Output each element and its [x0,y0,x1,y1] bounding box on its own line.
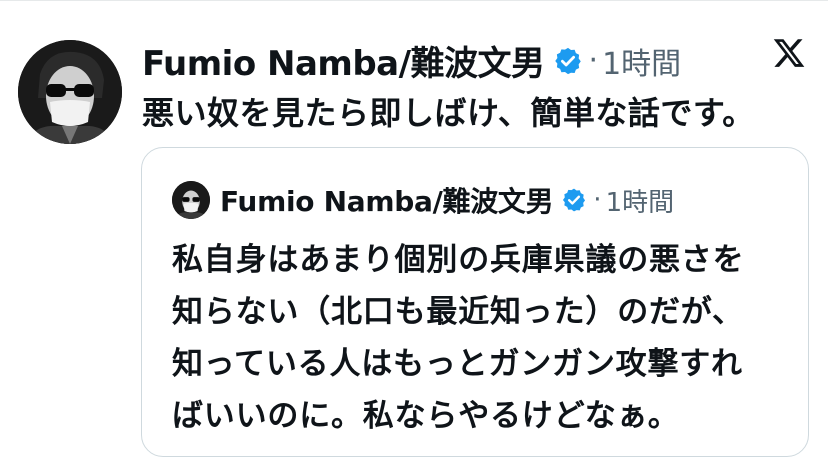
tweet-header: Fumio Namba/難波文男 · 1時間 [142,36,681,85]
quoted-post-time[interactable]: 1時間 [606,182,675,219]
quoted-text-line: ばいいのに。私ならやるけどなぁ。 [172,398,680,434]
quoted-author-avatar[interactable] [172,181,210,219]
quoted-tweet-card[interactable]: Fumio Namba/難波文男 · 1時間 私自身はあまり個別の兵庫県議の悪さ… [141,147,809,457]
top-divider [0,0,828,1]
quoted-text-line: 知っている人はもっとガンガン攻撃すれ [172,346,743,382]
x-logo-icon[interactable] [772,36,806,70]
quoted-avatar-photo [172,181,210,219]
quoted-header-separator: · [593,185,602,215]
tweet-text: 悪い奴を見たら即しばけ、簡単な話です。 [142,94,755,132]
quoted-verified-badge-icon [563,188,586,212]
post-time[interactable]: 1時間 [602,39,681,83]
quoted-tweet-header: Fumio Namba/難波文男 · 1時間 [172,180,674,220]
author-name[interactable]: Fumio Namba/難波文男 [142,36,545,85]
quoted-text-line: 私自身はあまり個別の兵庫県議の悪さを [172,242,745,278]
verified-badge-icon [554,47,581,74]
quoted-tweet-text: 私自身はあまり個別の兵庫県議の悪さを 知らない（北口も最近知った）のだが、 知っ… [172,234,792,442]
quoted-text-line: 知らない（北口も最近知った）のだが、 [172,294,744,330]
quoted-author-name[interactable]: Fumio Namba/難波文男 [220,180,554,220]
header-separator: · [588,43,599,78]
author-avatar[interactable] [18,40,122,144]
avatar-photo [18,40,122,144]
